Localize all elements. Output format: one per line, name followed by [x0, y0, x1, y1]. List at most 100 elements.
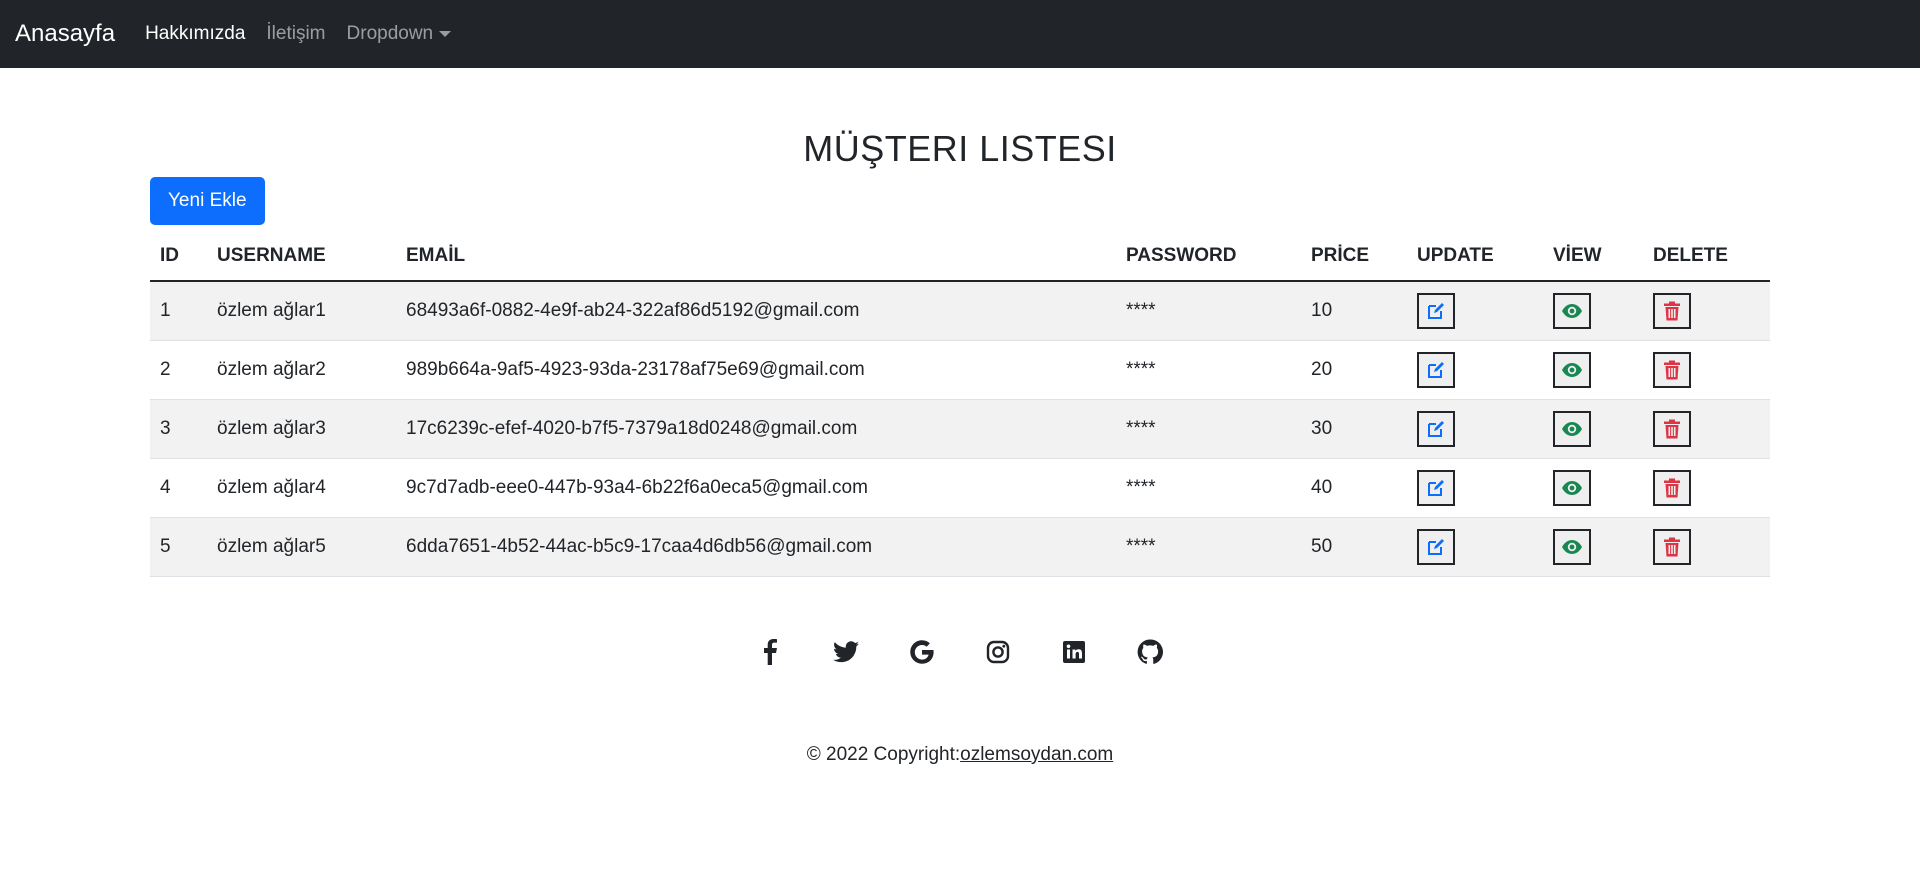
cell-action [1643, 517, 1770, 577]
cell-username: özlem ağlar1 [207, 281, 396, 341]
footer: © 2022 Copyright:ozlemsoydan.com [0, 744, 1920, 766]
brand-link[interactable]: Anasayfa [15, 20, 115, 48]
cell-price: 30 [1301, 399, 1407, 459]
table-header-row: ID USERNAME EMAİL PASSWORD PRİCE UPDATE … [150, 231, 1770, 282]
cell-email: 17c6239c-efef-4020-b7f5-7379a18d0248@gma… [396, 399, 1116, 459]
view-button[interactable] [1553, 292, 1591, 329]
view-button[interactable] [1553, 410, 1591, 447]
table-row: 4 özlem ağlar4 9c7d7adb-eee0-447b-93a4-6b2… [150, 458, 1770, 518]
cell-action [1543, 340, 1643, 400]
update-button[interactable] [1417, 410, 1455, 447]
cell-price: 10 [1301, 281, 1407, 341]
view-button[interactable] [1553, 528, 1591, 565]
cell-password: **** [1116, 517, 1301, 577]
table-row: 3 özlem ağlar3 17c6239c-efef-4020-b7f5-737… [150, 399, 1770, 459]
delete-button[interactable] [1653, 351, 1691, 388]
update-button[interactable] [1417, 292, 1455, 329]
cell-action [1407, 340, 1543, 400]
header-price: PRİCE [1301, 231, 1407, 282]
nav-dropdown-toggle[interactable]: Dropdown [347, 23, 452, 45]
linkedin-icon[interactable] [1060, 638, 1088, 666]
top-navbar: Anasayfa Hakkımızda İletişim Dropdown [0, 0, 1920, 68]
trash-icon [1663, 360, 1681, 380]
header-username: USERNAME [207, 231, 396, 282]
trash-icon [1663, 419, 1681, 439]
customer-table: ID USERNAME EMAİL PASSWORD PRİCE UPDATE … [150, 231, 1770, 577]
delete-button[interactable] [1653, 292, 1691, 329]
edit-icon [1426, 360, 1446, 380]
update-button[interactable] [1417, 528, 1455, 565]
cell-id: 1 [150, 281, 207, 341]
cell-action [1543, 281, 1643, 341]
cell-password: **** [1116, 399, 1301, 459]
update-button[interactable] [1417, 469, 1455, 506]
cell-username: özlem ağlar3 [207, 399, 396, 459]
cell-action [1643, 458, 1770, 518]
google-icon[interactable] [908, 638, 936, 666]
edit-icon [1426, 419, 1446, 439]
eye-icon [1561, 303, 1583, 319]
cell-id: 5 [150, 517, 207, 577]
nav-link-contact[interactable]: İletişim [266, 23, 325, 45]
view-button[interactable] [1553, 351, 1591, 388]
cell-price: 50 [1301, 517, 1407, 577]
dropdown-label: Dropdown [346, 23, 434, 44]
social-links [0, 638, 1920, 666]
header-id: ID [150, 231, 207, 282]
edit-icon [1426, 301, 1446, 321]
header-email: EMAİL [396, 231, 1116, 282]
cell-action [1543, 399, 1643, 459]
view-button[interactable] [1553, 469, 1591, 506]
header-update: UPDATE [1407, 231, 1543, 282]
cell-email: 68493a6f-0882-4e9f-ab24-322af86d5192@gma… [396, 281, 1116, 341]
cell-id: 2 [150, 340, 207, 400]
trash-icon [1663, 478, 1681, 498]
cell-action [1643, 340, 1770, 400]
trash-icon [1663, 537, 1681, 557]
page-title: MÜŞTERI LISTESI [803, 128, 1117, 169]
eye-icon [1561, 480, 1583, 496]
cell-price: 40 [1301, 458, 1407, 518]
cell-action [1543, 517, 1643, 577]
delete-button[interactable] [1653, 528, 1691, 565]
cell-email: 9c7d7adb-eee0-447b-93a4-6b22f6a0eca5@gma… [396, 458, 1116, 518]
cell-action [1407, 517, 1543, 577]
facebook-icon[interactable] [756, 638, 784, 666]
cell-email: 989b664a-9af5-4923-93da-23178af75e69@gma… [396, 340, 1116, 400]
cell-action [1407, 458, 1543, 518]
delete-button[interactable] [1653, 410, 1691, 447]
header-delete: DELETE [1643, 231, 1770, 282]
cell-username: özlem ağlar2 [207, 340, 396, 400]
header-view: VİEW [1543, 231, 1643, 282]
cell-action [1543, 458, 1643, 518]
cell-email: 6dda7651-4b52-44ac-b5c9-17caa4d6db56@gma… [396, 517, 1116, 577]
table-row: 5 özlem ağlar5 6dda7651-4b52-44ac-b5c9-17c… [150, 517, 1770, 577]
table-row: 1 özlem ağlar1 68493a6f-0882-4e9f-ab24-322… [150, 281, 1770, 341]
edit-icon [1426, 537, 1446, 557]
cell-action [1407, 399, 1543, 459]
cell-action [1643, 281, 1770, 341]
cell-id: 3 [150, 399, 207, 459]
cell-id: 4 [150, 458, 207, 518]
update-button[interactable] [1417, 351, 1455, 388]
cell-password: **** [1116, 458, 1301, 518]
cell-username: özlem ağlar4 [207, 458, 396, 518]
edit-icon [1426, 478, 1446, 498]
twitter-icon[interactable] [832, 638, 860, 666]
eye-icon [1561, 362, 1583, 378]
instagram-icon[interactable] [984, 638, 1012, 666]
cell-username: özlem ağlar5 [207, 517, 396, 577]
cell-price: 20 [1301, 340, 1407, 400]
delete-button[interactable] [1653, 469, 1691, 506]
nav-link-about[interactable]: Hakkımızda [145, 23, 245, 45]
eye-icon [1561, 539, 1583, 555]
main-container: MÜŞTERI LISTESI Yeni Ekle ID USERNAME EM… [150, 68, 1770, 577]
github-icon[interactable] [1136, 638, 1164, 666]
eye-icon [1561, 421, 1583, 437]
cell-password: **** [1116, 281, 1301, 341]
cell-password: **** [1116, 340, 1301, 400]
add-new-button[interactable]: Yeni Ekle [150, 177, 265, 225]
footer-site-link[interactable]: ozlemsoydan.com [960, 744, 1113, 765]
cell-action [1643, 399, 1770, 459]
copyright-text: © 2022 Copyright: [806, 744, 961, 765]
